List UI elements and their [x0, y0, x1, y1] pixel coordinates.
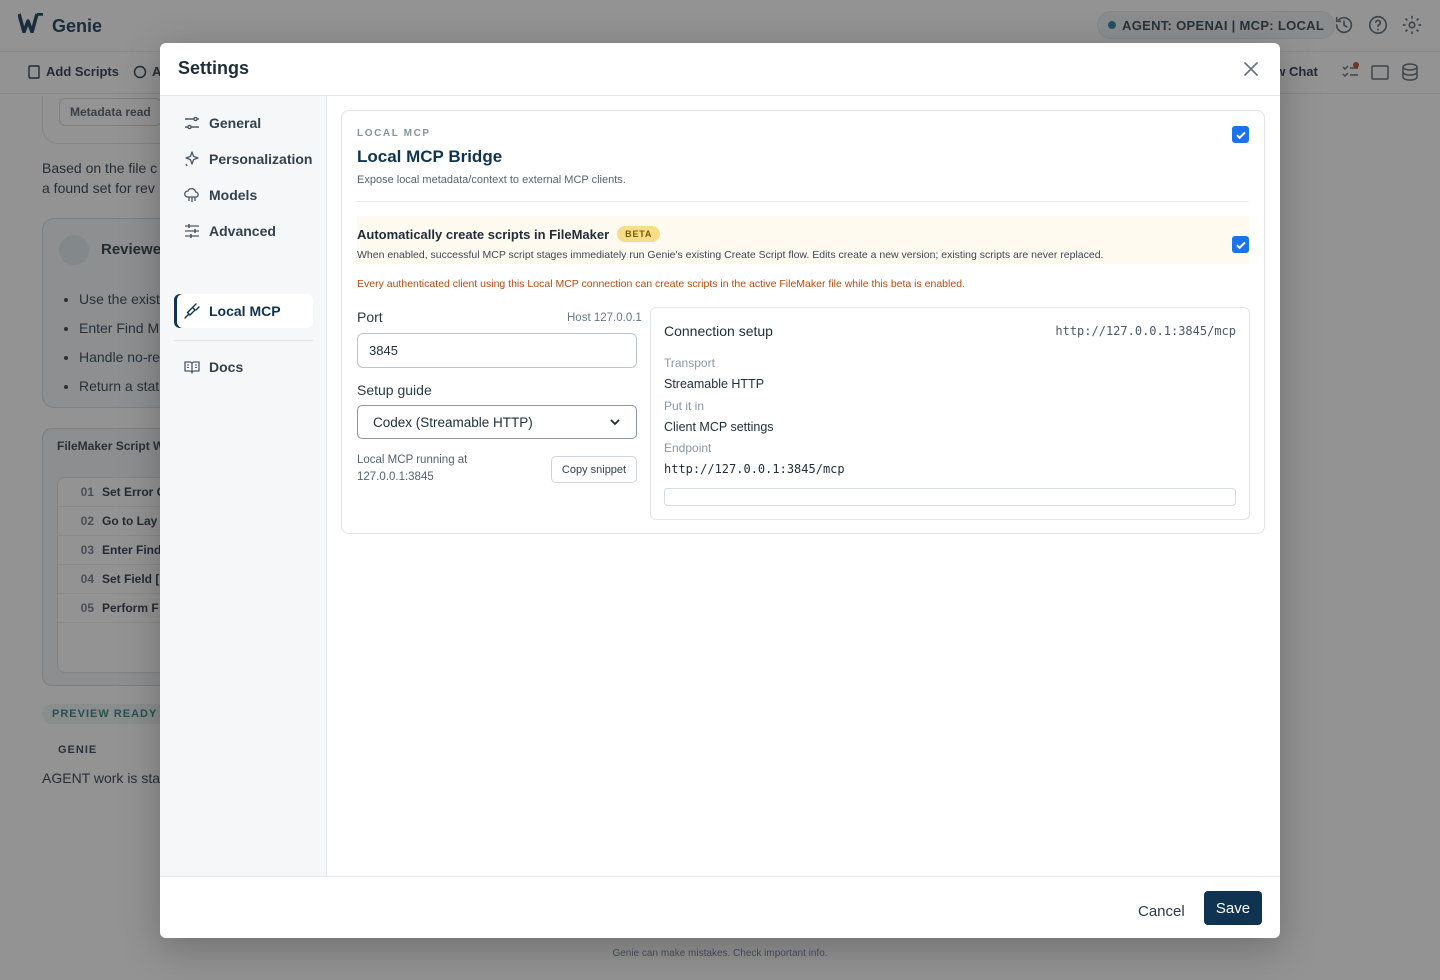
cancel-button[interactable]: Cancel [1130, 894, 1193, 928]
settings-modal: Settings General Personalization Models … [160, 43, 1280, 938]
port-label: Port [357, 309, 383, 325]
nav-label: Models [209, 187, 258, 203]
divider [357, 201, 1249, 202]
save-button[interactable]: Save [1204, 891, 1262, 925]
checkmark-icon [1235, 241, 1246, 249]
modal-title: Settings [178, 58, 250, 78]
auto-create-checkbox[interactable] [1232, 236, 1249, 253]
nav-item-advanced[interactable]: Advanced [174, 214, 313, 248]
modal-header: Settings [160, 43, 1280, 96]
port-input[interactable] [357, 333, 637, 368]
chevron-down-icon [610, 419, 620, 426]
modal-footer: Cancel Save [160, 876, 1280, 938]
config-snippet-box[interactable] [664, 488, 1236, 506]
tune-icon [185, 224, 199, 238]
connection-setup-card: Connection setup http://127.0.0.1:3845/m… [650, 307, 1250, 520]
put-it-in-label: Put it in [664, 399, 705, 413]
setup-guide-value: Codex (Streamable HTTP) [373, 414, 533, 430]
connection-url: http://127.0.0.1:3845/mcp [1055, 324, 1236, 338]
nav-divider [174, 340, 313, 341]
checkmark-icon [1235, 131, 1246, 139]
put-it-in-value: Client MCP settings [664, 420, 774, 434]
nav-item-docs[interactable]: Docs [174, 350, 313, 384]
transport-value: Streamable HTTP [664, 377, 765, 391]
nav-item-personalization[interactable]: Personalization [174, 142, 313, 176]
connection-setup-title: Connection setup [664, 323, 773, 339]
nav-label: General [209, 115, 262, 131]
nav-item-models[interactable]: Models [174, 178, 313, 212]
panel-title: Local MCP Bridge [357, 147, 503, 166]
beta-warning: Every authenticated client using this Lo… [357, 278, 965, 290]
panel-description: Expose local metadata/context to externa… [357, 174, 626, 186]
beta-badge: BETA [617, 226, 661, 242]
setup-guide-label: Setup guide [357, 382, 432, 398]
host-label: Host 127.0.0.1 [567, 312, 642, 324]
book-icon [184, 361, 200, 374]
nav-item-local-mcp[interactable]: Local MCP [174, 294, 313, 328]
setup-guide-select[interactable]: Codex (Streamable HTTP) [357, 405, 637, 439]
transport-label: Transport [664, 356, 715, 370]
cloud-icon [184, 187, 199, 202]
nav-item-general[interactable]: General [174, 106, 313, 140]
nav-label: Docs [209, 359, 244, 375]
sliders-icon [185, 116, 199, 130]
running-status: Local MCP running at 127.0.0.1:3845 [357, 454, 468, 483]
sparkle-icon [185, 151, 199, 167]
local-mcp-panel: LOCAL MCP Local MCP Bridge Expose local … [341, 110, 1265, 534]
section-eyebrow: LOCAL MCP [357, 128, 431, 139]
nav-label: Local MCP [209, 303, 281, 319]
auto-create-row: Automatically create scripts in FileMake… [357, 216, 1249, 264]
auto-create-description: When enabled, successful MCP script stag… [357, 249, 1104, 261]
settings-sidebar: General Personalization Models Advanced … [160, 96, 327, 876]
nav-label: Personalization [209, 151, 313, 167]
nav-label: Advanced [209, 223, 276, 239]
endpoint-value: http://127.0.0.1:3845/mcp [664, 462, 845, 476]
auto-create-title: Automatically create scripts in FileMake… [357, 226, 610, 242]
plug-icon [184, 303, 200, 319]
close-icon[interactable] [1240, 58, 1262, 80]
enable-bridge-checkbox[interactable] [1232, 126, 1249, 143]
copy-snippet-button[interactable]: Copy snippet [551, 456, 637, 483]
endpoint-label: Endpoint [664, 441, 712, 455]
